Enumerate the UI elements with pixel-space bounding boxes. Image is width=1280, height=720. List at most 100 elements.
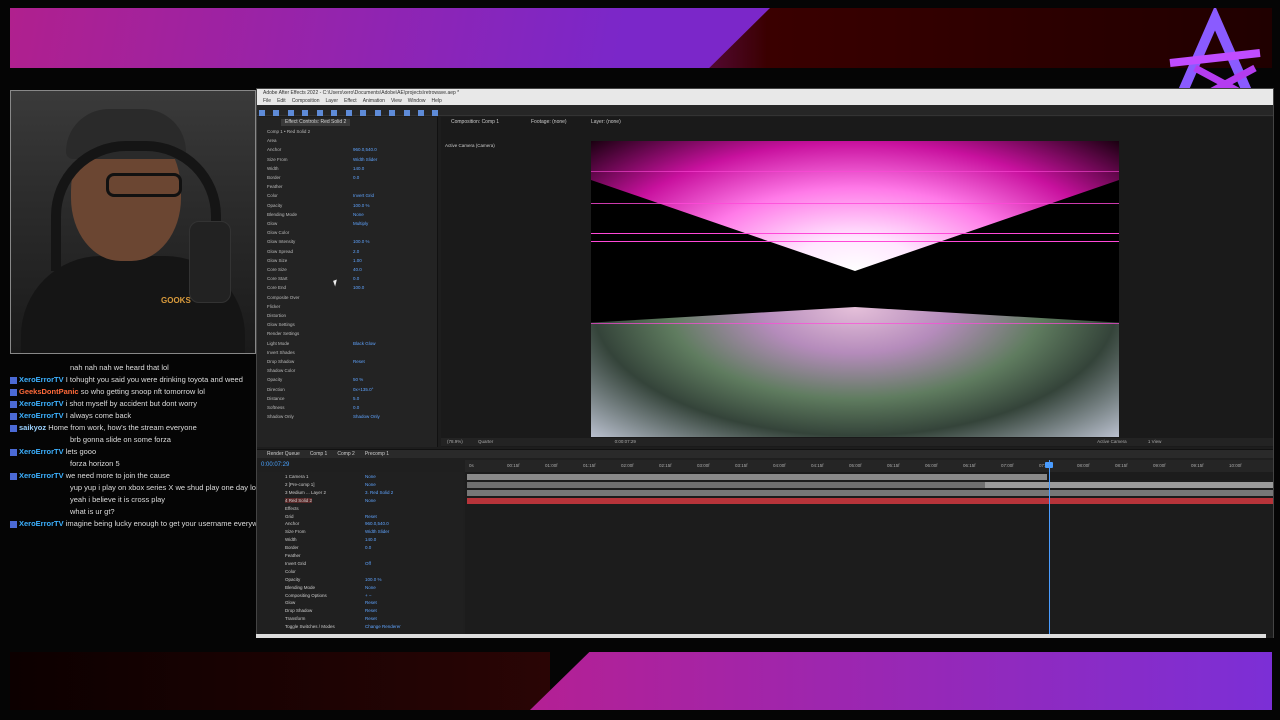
effect-property-label[interactable]: Feather	[267, 184, 283, 189]
menu-item-view[interactable]: View	[391, 98, 402, 104]
layer-bar-work-area[interactable]	[985, 482, 1273, 488]
shape-tool-icon[interactable]	[345, 110, 352, 116]
chat-username[interactable]: GeeksDontPanic	[19, 387, 79, 396]
layer-row-label[interactable]: Width	[285, 537, 297, 542]
camera-tool-icon[interactable]	[316, 110, 323, 116]
chat-username[interactable]: saikyoz	[19, 423, 46, 432]
effect-property-value[interactable]: Invert Grid	[353, 193, 374, 198]
layer-bar-medium[interactable]	[467, 490, 1273, 496]
composition-viewer[interactable]	[591, 141, 1119, 437]
layer-row-value[interactable]: Reset	[365, 608, 377, 613]
effect-property-value[interactable]: 5.0	[353, 396, 359, 401]
effect-property-label[interactable]: Size From	[267, 157, 288, 162]
menu-item-effect[interactable]: Effect	[344, 98, 357, 104]
pan-behind-tool-icon[interactable]	[331, 110, 338, 116]
timeline-tab[interactable]: Comp 1	[310, 451, 328, 457]
effect-property-label[interactable]: Direction	[267, 387, 285, 392]
chat-username[interactable]: XeroErrorTV	[19, 471, 64, 480]
layer-row-value[interactable]: None	[365, 498, 376, 503]
timeline-tab[interactable]: Precomp 1	[365, 451, 389, 457]
tools-toolbar[interactable]	[257, 105, 1273, 116]
layer-row-value[interactable]: Reset	[365, 514, 377, 519]
menu-item-help[interactable]: Help	[431, 98, 441, 104]
layer-row-value[interactable]: 100.0 %	[365, 577, 382, 582]
effect-property-label[interactable]: Render Settings	[267, 331, 299, 336]
layer-row-value[interactable]: Width Slider	[365, 529, 389, 534]
effect-property-label[interactable]: Glow Spread	[267, 249, 293, 254]
effect-property-label[interactable]: Composite Over	[267, 295, 300, 300]
timeline-panel[interactable]: Render Queue Comp 1 Comp 2 Precomp 1 0:00:0…	[257, 449, 1273, 638]
layer-row-label[interactable]: Grid	[285, 514, 294, 519]
effect-property-label[interactable]: Softness	[267, 405, 285, 410]
effect-property-value[interactable]: 0x+135.0°	[353, 387, 373, 392]
timeline-tab[interactable]: Render Queue	[267, 451, 300, 457]
layer-row-label[interactable]: Glow	[285, 600, 295, 605]
timeline-timecode[interactable]: 0:00:07:29	[261, 462, 289, 468]
layer-row-value[interactable]: None	[365, 474, 376, 479]
tab-layer[interactable]: Layer: (none)	[591, 119, 621, 126]
layer-row-value[interactable]: + −	[365, 593, 372, 598]
effect-property-value[interactable]: 100.0 %	[353, 203, 370, 208]
puppet-tool-icon[interactable]	[432, 110, 439, 116]
composition-footer[interactable]: (78.9%) Quarter 0:00:07:29 Active Camera…	[441, 438, 1273, 446]
effect-property-label[interactable]: Glow Settings	[267, 322, 295, 327]
layer-bar-red-solid[interactable]	[467, 498, 1273, 504]
effect-property-label[interactable]: Area	[267, 138, 277, 143]
layer-row-value[interactable]: None	[365, 585, 376, 590]
brush-tool-icon[interactable]	[389, 110, 396, 116]
after-effects-window[interactable]: Adobe After Effects 2022 - C:\Users\xero…	[256, 88, 1274, 638]
layer-row-value[interactable]: 140.0	[365, 537, 376, 542]
camera-select[interactable]: Active Camera	[1097, 439, 1127, 444]
playhead-handle[interactable]	[1045, 462, 1053, 468]
effect-property-value[interactable]: 50 %	[353, 377, 363, 382]
effect-property-value[interactable]: Black Glow	[353, 341, 376, 346]
view-layout-select[interactable]: 1 View	[1148, 439, 1161, 444]
layer-row-label[interactable]: Compositing Options	[285, 593, 327, 598]
layer-row-value[interactable]: 0.0	[365, 545, 371, 550]
menu-bar[interactable]: File Edit Composition Layer Effect Animation V…	[257, 97, 1273, 105]
effect-property-value[interactable]: Width Slider	[353, 157, 377, 162]
effect-property-value[interactable]: 0.0	[353, 175, 359, 180]
effect-property-label[interactable]: Glow	[267, 221, 277, 226]
effect-property-label[interactable]: Light Mode	[267, 341, 289, 346]
menu-item-animation[interactable]: Animation	[363, 98, 385, 104]
effect-property-value[interactable]: 40.0	[353, 267, 362, 272]
current-time[interactable]: 0:00:07:29	[615, 439, 636, 444]
effect-controls-panel[interactable]: Effect Controls: Red Solid 2 Comp 1 • Re…	[257, 117, 438, 447]
layer-bar-camera[interactable]	[467, 474, 1047, 480]
menu-item-file[interactable]: File	[263, 98, 271, 104]
timeline-tab[interactable]: Comp 2	[337, 451, 355, 457]
effect-property-label[interactable]: Border	[267, 175, 281, 180]
effect-property-label[interactable]: Core Size	[267, 267, 287, 272]
effect-property-value[interactable]: 2.0	[353, 249, 359, 254]
effect-property-label[interactable]: Comp 1 • Red Solid 2	[267, 129, 310, 134]
chat-username[interactable]: XeroErrorTV	[19, 375, 64, 384]
layer-row-label[interactable]: Border	[285, 545, 299, 550]
effect-property-label[interactable]: Glow Intensity	[267, 239, 295, 244]
clone-tool-icon[interactable]	[403, 110, 410, 116]
effect-property-value[interactable]: 140.0	[353, 166, 364, 171]
effect-property-label[interactable]: Invert Shades	[267, 350, 295, 355]
layer-row-value[interactable]: Off	[365, 561, 371, 566]
menu-item-edit[interactable]: Edit	[277, 98, 286, 104]
timeline-tabs[interactable]: Render Queue Comp 1 Comp 2 Precomp 1	[257, 450, 1273, 458]
menu-item-window[interactable]: Window	[408, 98, 426, 104]
layer-row-label[interactable]: 1 Camera 1	[285, 474, 309, 479]
effect-property-value[interactable]: 100.0	[353, 285, 364, 290]
resolution-select[interactable]: Quarter	[478, 439, 493, 444]
chat-username[interactable]: XeroErrorTV	[19, 399, 64, 408]
layer-row-label[interactable]: 2 [Pre-comp 1]	[285, 482, 315, 487]
effect-property-label[interactable]: Opacity	[267, 203, 282, 208]
layer-row-label[interactable]: Feather	[285, 553, 301, 558]
layer-row-label[interactable]: 3 Medium ... Layer 2	[285, 490, 326, 495]
effect-property-label[interactable]: Flicker	[267, 304, 280, 309]
effect-property-label[interactable]: Drop Shadow	[267, 359, 294, 364]
tab-effect-controls[interactable]: Effect Controls: Red Solid 2	[281, 119, 351, 126]
effect-property-label[interactable]: Core Start	[267, 276, 288, 281]
eraser-tool-icon[interactable]	[417, 110, 424, 116]
layer-row-label[interactable]: Size From	[285, 529, 306, 534]
zoom-level[interactable]: (78.9%)	[447, 439, 463, 444]
effect-property-label[interactable]: Glow Size	[267, 258, 287, 263]
effect-property-value[interactable]: 0.0	[353, 276, 359, 281]
effect-property-label[interactable]: Color	[267, 193, 278, 198]
